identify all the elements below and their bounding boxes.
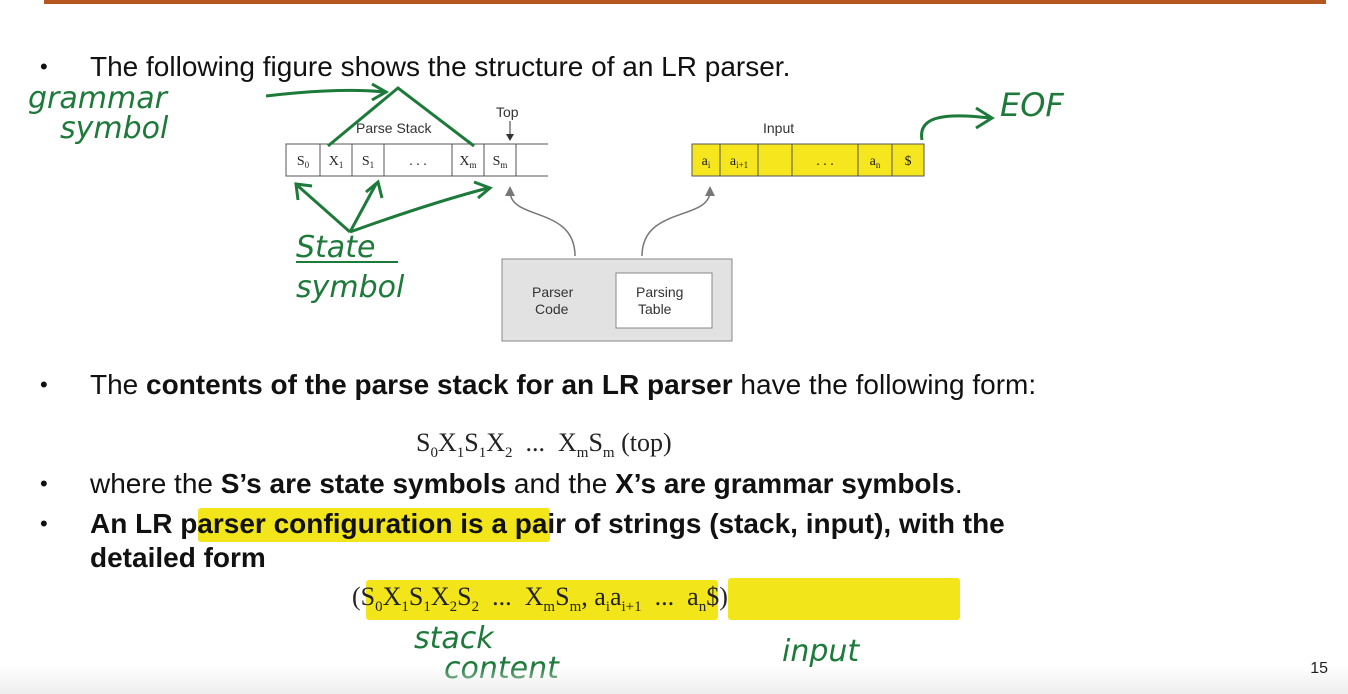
parse-stack-label: Parse Stack bbox=[356, 120, 432, 136]
top-label: Top bbox=[496, 104, 519, 120]
parse-stack: S0 X1 S1. . . Xm Sm bbox=[285, 143, 548, 177]
annotation-input: input bbox=[782, 634, 860, 669]
bullet-dot: • bbox=[40, 511, 48, 536]
bullet-structure: • The following figure shows the structu… bbox=[40, 50, 791, 84]
bullet-bold-text: An LR parser configuration bbox=[90, 508, 453, 539]
highlight-input-part bbox=[728, 578, 960, 620]
annotation-symbol-word: symbol bbox=[296, 270, 405, 305]
bullet-structure-text: The following figure shows the structure… bbox=[90, 51, 791, 82]
connector-arrowhead bbox=[705, 186, 715, 196]
stack-form-formula: S0X1S1X2 ... XmSm (top) bbox=[416, 428, 672, 462]
configuration-formula: (S0X1S1X2S2 ... XmSm, aiai+1 ... an$) bbox=[352, 582, 728, 616]
parser-code-line2: Code bbox=[535, 301, 569, 317]
bullet-dot: • bbox=[40, 372, 48, 397]
input-cell-label: $ bbox=[905, 154, 912, 169]
connector-arrowhead bbox=[505, 186, 515, 196]
annotation-grammar-symbol: grammar symbol bbox=[28, 84, 168, 144]
annotation-stack-word: stack bbox=[414, 621, 494, 656]
input-cell bbox=[757, 143, 793, 177]
ink-arrowhead bbox=[975, 106, 995, 130]
bullet-text: where the bbox=[90, 468, 221, 499]
input-label: Input bbox=[763, 120, 794, 136]
bottom-fade bbox=[0, 666, 1348, 694]
bullet-symbols: • where the S’s are state symbols and th… bbox=[40, 467, 963, 501]
parsing-table-line2: Table bbox=[638, 301, 672, 317]
bullet-bold-text: S’s are state symbols bbox=[220, 468, 507, 499]
stack-cell-label: . . . bbox=[409, 154, 427, 169]
page-number: 15 bbox=[1310, 660, 1328, 677]
code-to-stack-connector bbox=[509, 190, 576, 257]
annotation-eof: EOF bbox=[1000, 86, 1064, 124]
input-cell-label: . . . bbox=[816, 154, 834, 169]
bullet-text: have the following form: bbox=[732, 369, 1037, 400]
bullet-bold-text: X’s are grammar symbols bbox=[615, 468, 955, 499]
bullet-text: . bbox=[954, 468, 963, 499]
annotation-symbol-word: symbol bbox=[60, 111, 169, 146]
bullet-dot: • bbox=[40, 54, 48, 79]
code-to-input-connector bbox=[641, 190, 711, 257]
top-arrow-head bbox=[506, 134, 514, 141]
bullet-text: and the bbox=[506, 468, 616, 499]
parsing-table-line1: Parsing bbox=[636, 284, 683, 300]
annotation-grammar-word: grammar bbox=[28, 81, 167, 116]
bullet-dot: • bbox=[40, 471, 48, 496]
bullet-bold-text: contents of the parse stack for an LR pa… bbox=[146, 369, 733, 400]
slide-top-rule bbox=[44, 0, 1326, 4]
bullet-bold-text: detailed form bbox=[90, 542, 266, 573]
annotation-state-word: State bbox=[296, 230, 376, 265]
bullet-stack-contents: • The contents of the parse stack for an… bbox=[40, 368, 1037, 402]
bullet-text: The bbox=[90, 369, 147, 400]
bullet-bold-text: is a pair of strings (stack, input), wit… bbox=[452, 508, 1005, 539]
parser-code-line1: Parser bbox=[532, 284, 574, 300]
lr-parser-figure: Parse Stack Top S0 X1 S1. . . Xm Sm Input ai… bbox=[285, 104, 925, 342]
annotation-state-symbol: State symbol bbox=[296, 228, 404, 308]
bullet-configuration: • An LR parser configuration is a pair o… bbox=[40, 507, 1005, 575]
